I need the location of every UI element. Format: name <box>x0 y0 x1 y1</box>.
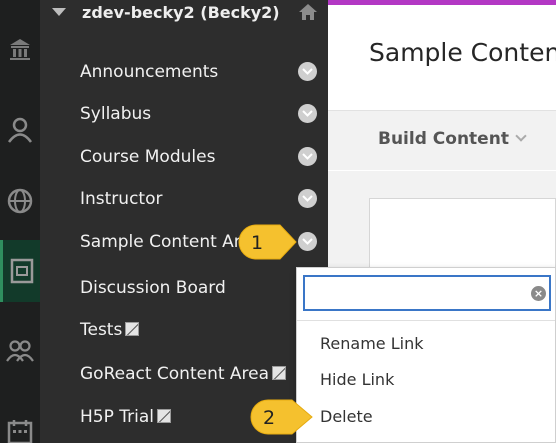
rename-link-menu-item[interactable]: Rename Link <box>320 334 423 353</box>
hidden-from-students-icon <box>125 322 140 336</box>
calendar-icon[interactable] <box>0 400 40 443</box>
menu-item-discussion-board[interactable]: Discussion Board <box>40 270 328 306</box>
chevron-down-icon[interactable] <box>298 104 317 123</box>
menu-item-goreact-content-area[interactable]: GoReact Content Area <box>40 356 328 392</box>
step-callout-2: 2 <box>246 397 318 441</box>
hidden-from-students-icon <box>157 409 171 423</box>
home-icon[interactable] <box>298 3 318 25</box>
collapse-caret-icon[interactable] <box>52 8 66 16</box>
build-content-label: Build Content <box>378 129 509 149</box>
step-callout-1: 1 <box>226 222 298 266</box>
callout-number: 2 <box>263 407 275 429</box>
global-nav-rail <box>0 0 40 443</box>
chevron-down-icon[interactable] <box>298 62 317 81</box>
delete-menu-item[interactable]: Delete <box>320 407 373 426</box>
chevron-down-icon <box>515 130 527 142</box>
menu-item-label: Instructor <box>80 189 163 209</box>
hidden-from-students-icon <box>272 366 287 380</box>
courses-icon[interactable] <box>0 240 40 302</box>
menu-item-syllabus[interactable]: Syllabus <box>40 96 328 132</box>
chevron-down-icon[interactable] <box>298 189 317 208</box>
menu-item-label: Sample Content Ar <box>80 232 241 252</box>
divider <box>297 320 555 321</box>
menu-item-label: Announcements <box>80 62 219 82</box>
menu-item-label: Discussion Board <box>80 278 226 298</box>
menu-item-label: GoReact Content Area <box>80 364 270 384</box>
build-content-button[interactable]: Build Content <box>378 129 527 149</box>
course-menu-header: zdev-becky2 (Becky2) <box>40 0 328 30</box>
clear-icon[interactable]: × <box>531 286 546 301</box>
menu-item-tests[interactable]: Tests <box>40 312 328 348</box>
callout-number: 1 <box>251 232 263 254</box>
menu-item-label: H5P Trial <box>80 407 154 427</box>
accent-bar <box>328 0 556 5</box>
chevron-down-icon[interactable] <box>298 232 317 251</box>
institution-icon[interactable] <box>0 18 40 80</box>
chevron-down-icon[interactable] <box>298 147 317 166</box>
user-icon[interactable] <box>0 98 40 160</box>
menu-item-label: Syllabus <box>80 104 152 124</box>
context-menu-search[interactable]: × <box>303 275 551 311</box>
menu-item-course-modules[interactable]: Course Modules <box>40 139 328 175</box>
globe-icon[interactable] <box>0 170 40 232</box>
search-input[interactable] <box>309 281 519 305</box>
course-title[interactable]: zdev-becky2 (Becky2) <box>82 3 280 22</box>
action-bar: Build Content <box>328 110 556 170</box>
page-title: Sample Content <box>369 38 556 67</box>
groups-icon[interactable] <box>0 320 40 382</box>
menu-item-label: Tests <box>80 320 123 340</box>
context-menu: × Rename Link Hide Link Delete <box>296 267 556 443</box>
hide-link-menu-item[interactable]: Hide Link <box>320 370 394 389</box>
menu-item-instructor[interactable]: Instructor <box>40 181 328 217</box>
menu-item-announcements[interactable]: Announcements <box>40 54 328 90</box>
menu-item-label: Course Modules <box>80 147 216 167</box>
